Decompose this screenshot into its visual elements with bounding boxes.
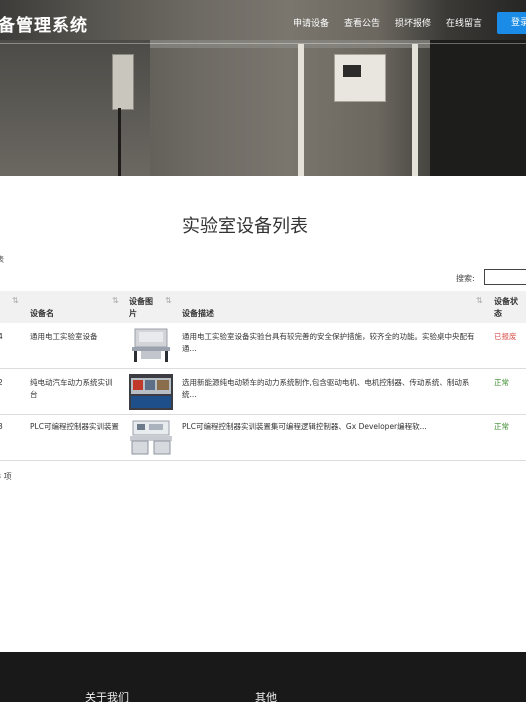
table-row[interactable]: 3 PLC可编程控制器实训装置 PLC可编程控制器实训装置集可编程逻辑控制器、G… <box>0 415 526 461</box>
sort-icon[interactable]: ⇅ <box>165 296 172 305</box>
search-input[interactable] <box>484 269 526 285</box>
device-image[interactable] <box>129 327 173 363</box>
nav-repair[interactable]: 损坏报修 <box>395 16 431 29</box>
cell-id: 3 <box>0 422 3 431</box>
cell-name[interactable]: 通用电工实验室设备 <box>30 331 110 343</box>
device-image[interactable] <box>129 419 173 455</box>
column-header-description[interactable]: 设备描述 <box>182 308 214 319</box>
table-row[interactable]: 4 通用电工实验室设备 通用电工实验室设备实验台具有较完善的安全保护措施，较齐全… <box>0 323 526 369</box>
hero-doorway <box>430 40 526 176</box>
device-image[interactable] <box>129 374 173 410</box>
site-footer: 关于我们 其他 <box>0 652 526 702</box>
navbar: 备管理系统 申请设备 查看公告 损坏报修 在线留言 登录 <box>0 0 526 44</box>
table-length-label: 表 <box>0 254 4 265</box>
hero-wall-panel <box>112 54 134 110</box>
column-header-image[interactable]: 设备图片 <box>129 296 157 320</box>
cell-id: 4 <box>0 332 3 341</box>
sort-icon[interactable]: ⇅ <box>12 296 19 305</box>
footer-heading-about: 关于我们 <box>85 691 129 702</box>
hero-cable <box>118 108 121 176</box>
footer-heading-other: 其他 <box>255 691 277 702</box>
nav-message[interactable]: 在线留言 <box>446 16 482 29</box>
cell-id: 2 <box>0 378 3 387</box>
table-row[interactable]: 2 纯电动汽车动力系统实训台 选用新能源纯电动轿车的动力系统制作,包含驱动电机、… <box>0 369 526 415</box>
sort-icon[interactable]: ⇅ <box>476 296 483 305</box>
table-header: ⇅ 设备名 ⇅ 设备图片 ⇅ 设备描述 ⇅ 设备状态 <box>0 291 526 323</box>
page-title: 实验室设备列表 <box>182 216 308 237</box>
cell-name[interactable]: 纯电动汽车动力系统实训台 <box>30 377 118 401</box>
status-badge: 正常 <box>494 422 509 431</box>
status-badge: 已报废 <box>494 332 517 341</box>
status-badge: 正常 <box>494 378 509 387</box>
column-header-status[interactable]: 设备状态 <box>494 296 524 320</box>
cell-description: 选用新能源纯电动轿车的动力系统制作,包含驱动电机、电机控制器、传动系统、制动系统… <box>182 378 470 399</box>
login-button[interactable]: 登录 <box>497 12 526 34</box>
nav-apply-device[interactable]: 申请设备 <box>293 16 329 29</box>
hero-banner: 备管理系统 申请设备 查看公告 损坏报修 在线留言 登录 <box>0 0 526 176</box>
table-info: 3 项 <box>0 472 12 481</box>
cell-description: PLC可编程控制器实训装置集可编程逻辑控制器、Gx Developer编程软..… <box>182 422 427 431</box>
hero-electrical-box <box>334 54 386 102</box>
search-label: 搜索: <box>456 274 475 283</box>
nav-links: 申请设备 查看公告 损坏报修 在线留言 <box>293 16 482 29</box>
cell-name[interactable]: PLC可编程控制器实训装置 <box>30 421 120 433</box>
column-header-name[interactable]: 设备名 <box>30 308 54 319</box>
nav-view-notices[interactable]: 查看公告 <box>344 16 380 29</box>
cell-description: 通用电工实验室设备实验台具有较完善的安全保护措施，较齐全的功能。实验桌中央配有通… <box>182 332 475 353</box>
site-title[interactable]: 备管理系统 <box>0 11 88 36</box>
sort-icon[interactable]: ⇅ <box>112 296 119 305</box>
